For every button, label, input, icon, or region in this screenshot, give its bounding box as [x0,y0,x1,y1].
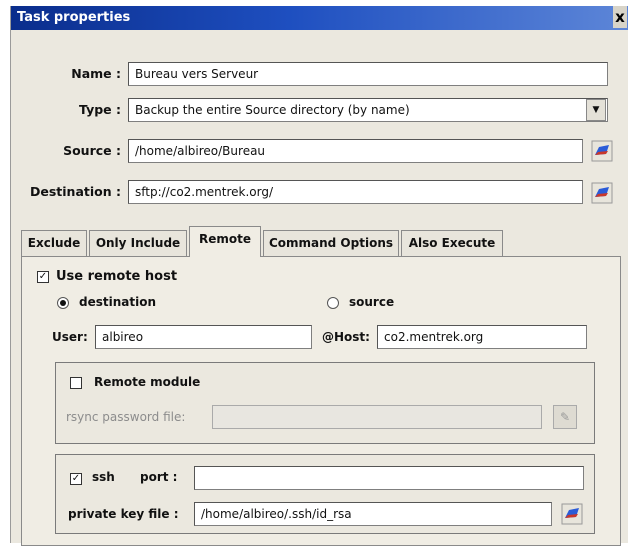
ssh-group: ✓ ssh port : private key file : /home/al… [55,454,595,534]
task-properties-window: Task properties x Name : Bureau vers Ser… [10,6,628,546]
name-label: Name : [71,66,121,81]
destination-label: Destination : [30,184,121,199]
type-select[interactable]: Backup the entire Source directory (by n… [128,98,608,122]
destination-field[interactable]: sftp://co2.mentrek.org/ [128,180,583,204]
remote-module-checkbox[interactable] [70,377,82,389]
browse-file-icon[interactable]: ✎ [553,405,577,429]
port-field[interactable] [194,466,584,490]
tab-exclude[interactable]: Exclude [21,230,87,256]
name-field[interactable]: Bureau vers Serveur [128,62,608,86]
private-key-field[interactable]: /home/albireo/.ssh/id_rsa [194,502,552,526]
destination-radio-label: destination [79,295,156,309]
tab-remote[interactable]: Remote [189,226,261,257]
source-radio[interactable] [327,297,339,309]
close-icon[interactable]: x [613,6,627,28]
user-label: User: [52,330,88,344]
tab-also-execute[interactable]: Also Execute [401,230,503,256]
title-bar: Task properties x [11,6,628,30]
type-label: Type : [79,102,121,117]
user-field[interactable]: albireo [95,325,312,349]
port-label: port : [140,470,178,484]
tab-command-options[interactable]: Command Options [263,230,399,256]
host-field[interactable]: co2.mentrek.org [377,325,587,349]
rsync-password-label: rsync password file: [66,410,186,424]
browse-folder-icon[interactable] [591,182,613,204]
browse-folder-icon[interactable] [561,503,583,525]
source-label: Source : [63,143,121,158]
remote-module-group: Remote module rsync password file: ✎ [55,362,595,444]
remote-module-label: Remote module [94,375,201,389]
use-remote-host-label: Use remote host [56,269,178,284]
window-title: Task properties [17,10,131,25]
browse-folder-icon[interactable] [591,140,613,162]
use-remote-host-checkbox[interactable]: ✓ [37,271,49,283]
ssh-checkbox[interactable]: ✓ [70,473,82,485]
private-key-label: private key file : [68,507,179,521]
host-label: @Host: [322,330,370,344]
destination-radio[interactable] [57,297,69,309]
remote-panel: ✓ Use remote host destination source Use… [21,256,621,546]
source-field[interactable]: /home/albireo/Bureau [128,139,583,163]
tab-only-include[interactable]: Only Include [89,230,187,256]
chevron-down-icon[interactable]: ▼ [586,99,606,121]
rsync-password-field[interactable] [212,405,542,429]
ssh-label: ssh [92,470,115,484]
source-radio-label: source [349,295,395,309]
